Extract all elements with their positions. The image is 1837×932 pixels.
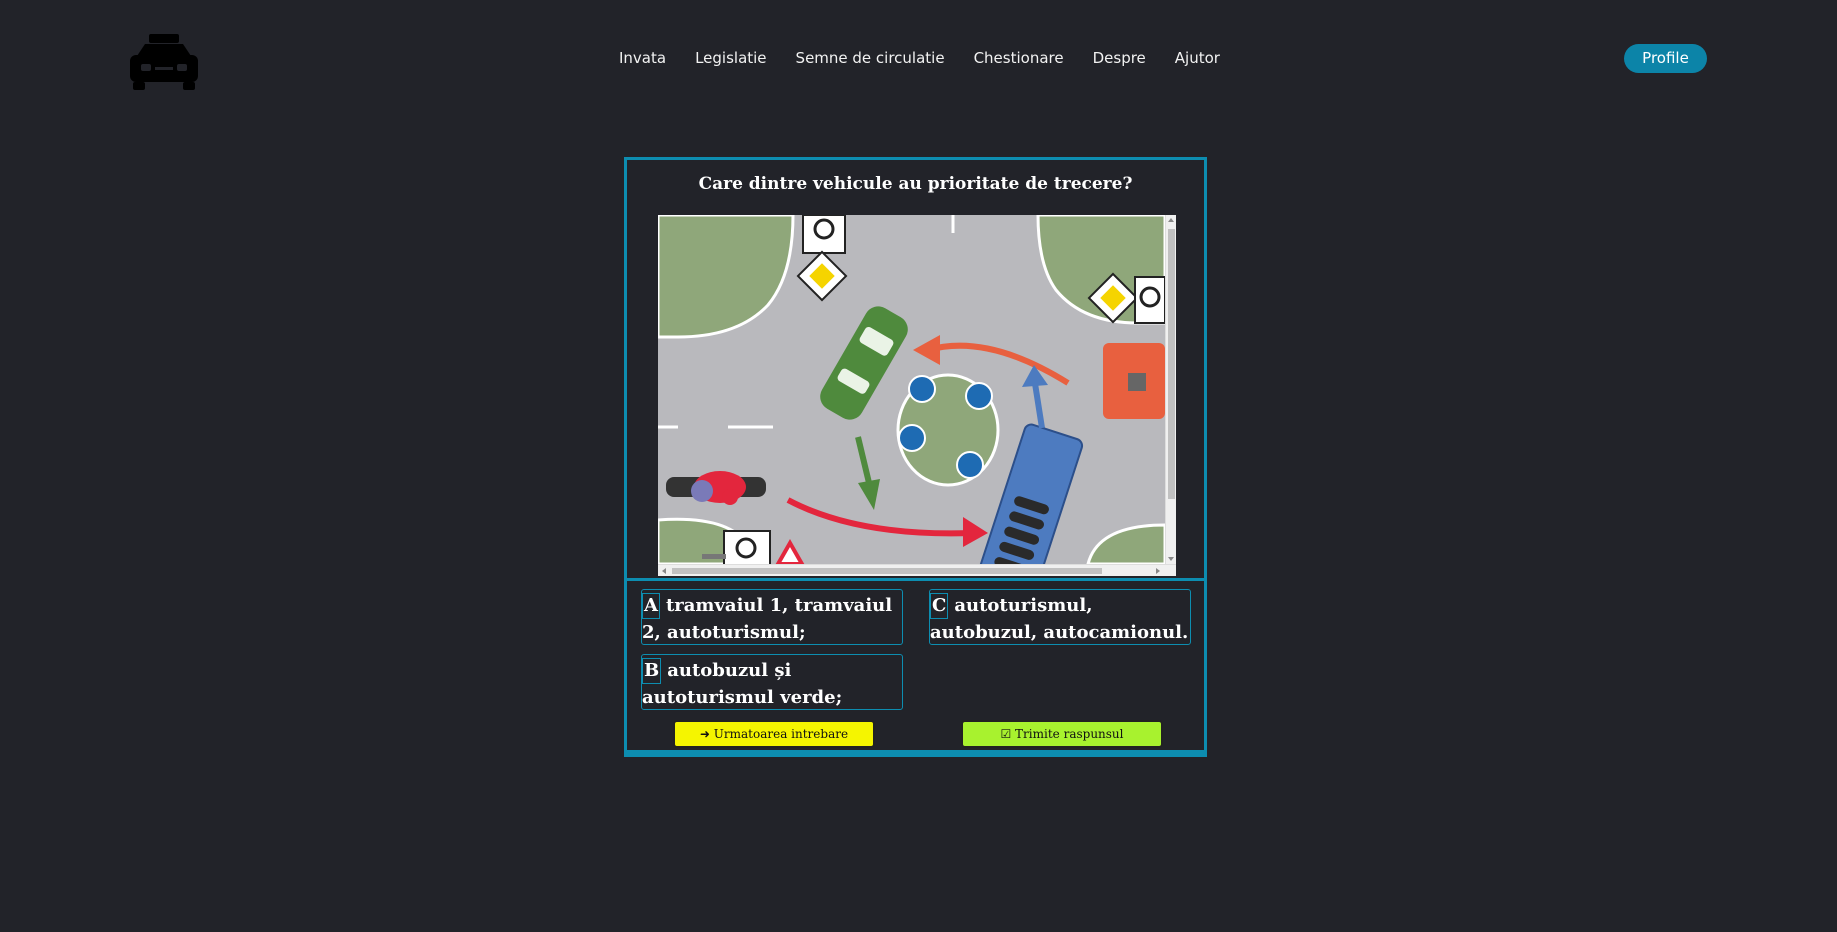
scroll-left-arrow-icon[interactable]	[662, 568, 666, 574]
answer-text: autobuzul și autoturismul verde;	[642, 660, 843, 708]
answer-letter: C	[930, 593, 949, 619]
profile-button[interactable]: Profile	[1624, 44, 1707, 73]
answer-text: tramvaiul 1, tramvaiul 2, autoturismul;	[642, 595, 893, 643]
submit-answer-button[interactable]: ☑ Trimite raspunsul	[961, 720, 1163, 748]
scroll-down-arrow-icon[interactable]	[1168, 557, 1174, 561]
roundabout-intersection-illustration	[658, 215, 1165, 564]
section-divider	[627, 578, 1204, 581]
quiz-card: Care dintre vehicule au prioritate de tr…	[624, 157, 1207, 757]
answer-option-c[interactable]: Cautoturismul, autobuzul, autocamionul.	[929, 589, 1191, 645]
answer-letter: B	[642, 658, 662, 684]
answer-text: autoturismul, autobuzul, autocamionul.	[930, 595, 1189, 643]
question-text: Care dintre vehicule au prioritate de tr…	[698, 174, 1133, 194]
taxi-car-icon[interactable]	[127, 32, 201, 92]
next-question-button[interactable]: ➜ Urmatoarea intrebare	[673, 720, 875, 748]
answer-option-b[interactable]: Bautobuzul și autoturismul verde;	[641, 654, 903, 710]
scrollbar-thumb[interactable]	[672, 568, 1102, 574]
image-horizontal-scrollbar[interactable]	[658, 564, 1176, 576]
nav-despre[interactable]: Despre	[1093, 48, 1146, 68]
nav-legislatie[interactable]: Legislatie	[695, 48, 766, 68]
question-image	[658, 215, 1176, 576]
nav-invata[interactable]: Invata	[619, 48, 666, 68]
image-vertical-scrollbar[interactable]	[1165, 215, 1176, 564]
scroll-right-arrow-icon[interactable]	[1156, 568, 1160, 574]
scroll-up-arrow-icon[interactable]	[1168, 218, 1174, 222]
nav-ajutor[interactable]: Ajutor	[1175, 48, 1220, 68]
answer-letter: A	[642, 593, 660, 619]
answer-option-a[interactable]: Atramvaiul 1, tramvaiul 2, autoturismul;	[641, 589, 903, 645]
main-nav: Invata Legislatie Semne de circulatie Ch…	[619, 48, 1220, 68]
quiz-bottom-border	[627, 750, 1204, 754]
nav-chestionare[interactable]: Chestionare	[974, 48, 1064, 68]
scrollbar-thumb[interactable]	[1168, 229, 1175, 499]
nav-semne-de-circulatie[interactable]: Semne de circulatie	[796, 48, 945, 68]
